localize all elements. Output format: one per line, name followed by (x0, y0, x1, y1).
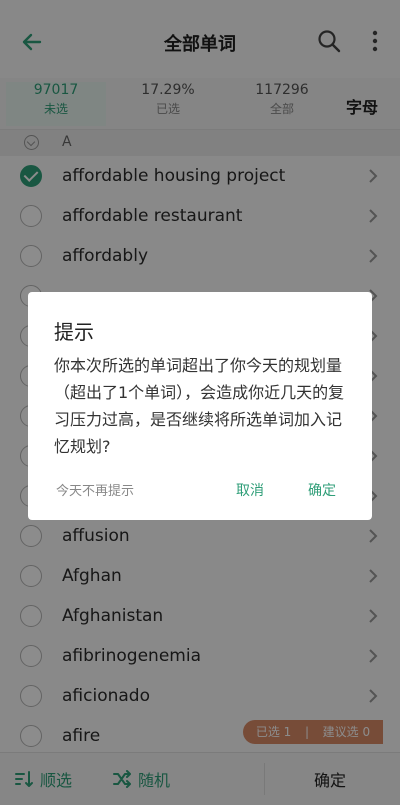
dont-remind-today-button[interactable]: 今天不再提示 (56, 480, 134, 499)
dialog-cancel-button[interactable]: 取消 (236, 480, 264, 500)
dialog-ok-button[interactable]: 确定 (308, 480, 336, 500)
alert-dialog: 提示 你本次所选的单词超出了你今天的规划量（超出了1个单词），会造成你近几天的复… (28, 292, 372, 520)
dialog-message: 你本次所选的单词超出了你今天的规划量（超出了1个单词），会造成你近几天的复习压力… (54, 356, 345, 456)
dialog-title: 提示 (54, 320, 94, 344)
